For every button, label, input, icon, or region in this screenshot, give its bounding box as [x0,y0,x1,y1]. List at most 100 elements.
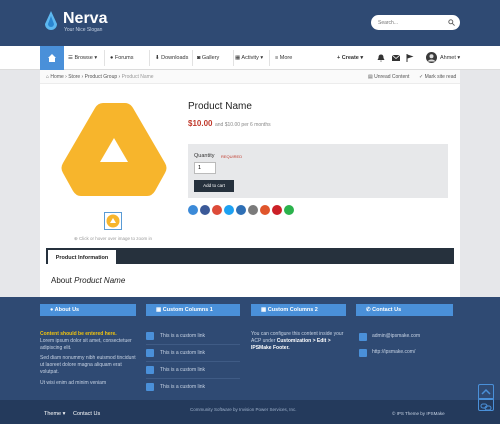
footer-contact-link[interactable]: Contact Us [73,411,100,417]
add-to-cart-button[interactable]: Add to cart [194,180,234,192]
home-icon [48,54,56,62]
credit-prefix: IPS Theme [396,411,420,416]
nav-divider [233,50,234,66]
quantity-input[interactable]: 1 [194,162,216,174]
create-button[interactable]: + Create ▾ [337,46,363,70]
price-note: and $10.00 per 6 months [215,122,271,128]
about-text-1: Lorem ipsum dolor sit amet, consectetuer… [40,338,132,351]
quantity-label: Quantity [194,153,215,159]
bell-icon[interactable] [377,54,385,62]
footer-custom-link[interactable]: This is a custom link [146,330,240,342]
breadcrumb: ⌂ Home › Store › Product Group › Product… [46,74,154,80]
site-name[interactable]: Nerva [63,10,107,28]
logo-drop-icon[interactable] [44,11,58,33]
custom-columns-1-title: Custom Columns 1 [162,307,213,313]
site-slogan: Your Nice Slogan [64,27,103,33]
about-highlight: Content should be entered here. [40,331,117,337]
share-google-icon[interactable] [212,205,222,215]
share-facebook-icon[interactable] [200,205,210,215]
flag-icon[interactable] [406,54,414,62]
nav-browse[interactable]: ☰ Browse ▾ [68,46,97,70]
nav-divider [192,50,193,66]
share-delicious-icon[interactable] [236,205,246,215]
custom-columns-2-title: Custom Columns 2 [267,307,318,313]
custom-columns-2-text: You can configure this content inside yo… [251,331,348,352]
about-text-3: Ut wisi enim ad minim veniam [40,380,107,386]
share-linkedin-icon[interactable] [284,205,294,215]
footer-divider [146,378,240,379]
nav-gallery[interactable]: ◙ Gallery [197,46,219,70]
link-button[interactable] [478,398,494,411]
about-us-heading: ● About Us [40,304,136,316]
mark-read-label: Mark site read [424,74,457,80]
nav-forums-label: Forums [114,55,134,61]
product-thumbnail[interactable] [104,212,122,230]
share-reddit-icon[interactable] [260,205,270,215]
search-icon[interactable] [448,19,455,26]
nav-more[interactable]: ≡ More [275,46,292,70]
credit-name[interactable]: IPSMake [426,411,444,416]
required-label: REQUIRED [221,154,243,159]
footer-divider [146,344,240,345]
product-title: Product Name [188,101,252,112]
credit-by: by [420,411,426,416]
user-menu[interactable]: Ahmet ▾ [440,46,460,70]
footer-divider [146,361,240,362]
nav-home[interactable] [40,46,64,70]
breadcrumb-store[interactable]: Store [68,74,80,80]
breadcrumb-current: Product Name [121,74,154,80]
footer-custom-link[interactable]: This is a custom link [146,364,240,376]
share-pinterest-icon[interactable] [272,205,282,215]
product-price: $10.00 [188,119,213,128]
nav-browse-label: Browse ▾ [74,55,98,61]
nav-forums[interactable]: ● Forums [110,46,134,70]
breadcrumb-home[interactable]: Home [50,74,63,80]
custom-columns-2-heading: ▦ Custom Columns 2 [251,304,346,316]
breadcrumb-group[interactable]: Product Group [85,74,118,80]
about-product-name: Product Name [74,276,126,285]
custom-columns-1-heading: ▦ Custom Columns 1 [146,304,240,316]
about-prefix: About [51,276,72,285]
unread-content-link[interactable]: ▤ Unread Content [368,74,409,80]
envelope-icon[interactable] [392,55,400,61]
grid-icon: ▦ [261,307,268,313]
nav-activity-label: Activity ▾ [241,55,264,61]
footer-custom-link[interactable]: This is a custom link [146,347,240,359]
product-thumbnail-image [106,214,120,228]
copyright: Community Software by Invision Power Ser… [190,407,297,412]
share-email-icon[interactable] [248,205,258,215]
theme-selector[interactable]: Theme ▾ [44,411,65,417]
home-icon: ⌂ [46,74,50,80]
nav-activity[interactable]: ▦ Activity ▾ [235,46,263,70]
footer-custom-link[interactable]: This is a custom link [146,381,240,393]
nav-divider [149,50,150,66]
link-chain-icon [480,403,492,411]
nav-divider [269,50,270,66]
contact-website[interactable]: http://ipsmake.com/ [372,349,415,356]
zoom-note-label: Click or hover over image to zoom in [79,236,153,241]
zoom-note: ⊕ Click or hover over image to zoom in [74,236,152,242]
contact-us-title: Contact Us [372,307,402,313]
about-us-title: About Us [54,307,80,313]
share-twitter-icon[interactable] [224,205,234,215]
nav-downloads[interactable]: ⬇ Downloads [155,46,188,70]
nav-divider [104,50,105,66]
search-input[interactable] [378,15,448,30]
nav-downloads-label: Downloads [161,55,189,61]
contact-email[interactable]: admin@ipsmake.com [372,333,420,340]
create-label: Create ▾ [341,55,364,61]
mark-read-link[interactable]: ✓ Mark site read [419,74,456,80]
tab-product-information[interactable]: Product Information [48,250,116,267]
chevron-up-icon [481,388,491,395]
nav-more-label: More [279,55,293,61]
avatar[interactable] [426,52,437,63]
share-link-icon[interactable] [188,205,198,215]
about-product-heading: About Product Name [51,276,125,285]
email-icon [359,333,367,341]
product-image[interactable] [59,103,169,201]
search-box[interactable] [371,15,460,30]
nav-gallery-label: Gallery [201,55,220,61]
theme-credit: © IPS Theme by IPSMake [392,411,445,416]
grid-icon: ▦ [156,307,163,313]
about-text-2: Sed diam nonummy nibh euismod tincidunt … [40,355,136,375]
